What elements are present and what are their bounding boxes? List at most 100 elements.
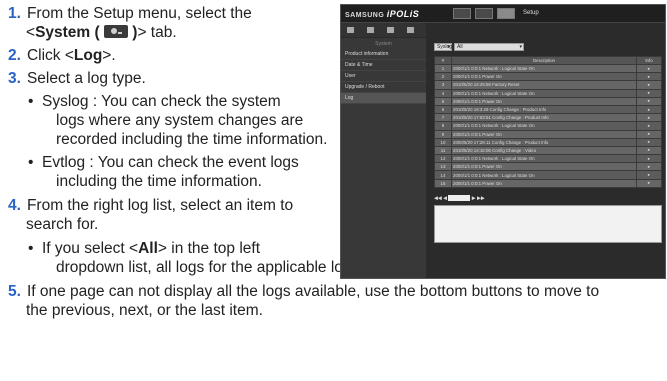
log-type-select[interactable]: Syslog ▾	[434, 43, 452, 51]
log-detail-box[interactable]	[434, 205, 662, 243]
row-description: 2000/1/1 0:0:1 Network : Logical State O…	[451, 121, 637, 131]
bullet-text: logs where any system changes are	[56, 112, 304, 129]
sidebar-item-upgrade[interactable]: Upgrade / Reboot	[341, 82, 426, 93]
row-description: 2000/1/1 0:0:1 Power On	[451, 162, 637, 172]
table-row[interactable]: 10 2000/5/20 17:29:11 Config Change : Pro…	[434, 137, 662, 147]
log-table: # Description Info 1 2000/1/1 0:0:1 Netwo…	[434, 56, 662, 188]
row-number: 8	[434, 121, 452, 131]
row-info: ▸	[636, 170, 662, 180]
step-4: 4. From the right log list, select an ite…	[8, 196, 293, 215]
table-row[interactable]: 12 2000/1/1 0:0:1 Network : Logical State…	[434, 154, 662, 164]
table-row[interactable]: 7 2010/5/20 17:53:51 Config Change : Prod…	[434, 113, 662, 123]
step-text: Select a log type.	[26, 70, 146, 87]
setup-label: Setup	[523, 10, 539, 16]
table-row[interactable]: 14 2000/1/1 0:0:1 Network : Logical State…	[434, 170, 662, 180]
video-icon[interactable]	[347, 27, 354, 33]
log-label: Log	[73, 47, 103, 64]
row-info: ▸	[636, 121, 662, 131]
bullet-all: • If you select <All> in the top left	[28, 239, 261, 258]
step-2: 2. Click <Log>.	[8, 46, 116, 65]
step-text: the previous, next, or the last item.	[26, 302, 263, 319]
sidebar-item-user[interactable]: User	[341, 71, 426, 82]
network-icon[interactable]	[367, 27, 374, 33]
bullet-dot: •	[28, 93, 34, 110]
log-filter-select[interactable]: All ▾	[454, 43, 524, 51]
row-number: 1	[434, 63, 452, 74]
table-row[interactable]: 1 2000/1/1 0:0:1 Network : Logical State …	[434, 63, 662, 74]
row-info: ▸	[636, 63, 662, 74]
next-page-button[interactable]: ▶	[472, 195, 476, 201]
top-bar: SAMSUNG iPOLiS Setup	[341, 5, 665, 23]
table-row[interactable]: 5 2000/1/1 0:0:1 Power On ▸	[434, 96, 662, 106]
row-number: 13	[434, 162, 452, 172]
table-row[interactable]: 9 2000/1/1 0:0:1 Power On ▸	[434, 129, 662, 139]
setup-icon[interactable]	[497, 8, 515, 19]
row-info: ▸	[636, 96, 662, 106]
row-info: ▸	[636, 129, 662, 139]
sidebar-item-log[interactable]: Log	[341, 93, 426, 104]
row-info: ▸	[636, 145, 662, 156]
row-number: 10	[434, 137, 452, 147]
row-description: 2000/1/1 0:0:1 Power On	[451, 96, 637, 106]
table-row[interactable]: 13 2000/1/1 0:0:1 Power On ▸	[434, 162, 662, 172]
table-row[interactable]: 8 2000/1/1 0:0:1 Network : Logical State …	[434, 121, 662, 131]
bullet-text: Syslog : You can check the system	[42, 93, 281, 110]
row-description: 2010/5/20 16:29:58 Factory Reset	[451, 80, 637, 90]
step-number: 1.	[8, 5, 21, 22]
column-header: Info	[636, 56, 662, 65]
monitor-icon[interactable]	[453, 8, 471, 19]
step-number: 5.	[8, 283, 21, 300]
sidebar-item-date-time[interactable]: Date & Time	[341, 60, 426, 71]
table-row[interactable]: 3 2010/5/20 16:29:58 Factory Reset ▸	[434, 80, 662, 90]
event-icon[interactable]	[387, 27, 394, 33]
row-info: ▸	[636, 104, 662, 115]
step-text: From the right log list, select an item …	[26, 197, 294, 214]
log-panel: Syslog ▾ All ▾ # Description Info 1 2000/1/…	[434, 38, 662, 276]
step-text: If one page can not display all the logs…	[26, 283, 600, 300]
search-icon[interactable]	[475, 8, 493, 19]
bullet-text: Evtlog : You can check the event logs	[42, 154, 299, 171]
bullet-text: including the time information.	[56, 173, 262, 190]
step-number: 4.	[8, 197, 21, 214]
table-row[interactable]: 4 2000/1/1 0:0:1 Network : Logical State …	[434, 88, 662, 98]
row-number: 6	[434, 104, 452, 115]
row-description: 2000/1/1 0:0:1 Network : Logical State O…	[451, 63, 637, 74]
row-info: ▸	[636, 154, 662, 164]
table-row[interactable]: 15 2000/1/1 0:0:1 Power On ▸	[434, 178, 662, 188]
row-description: 2010/5/20 18:3:29 Config Change : Produc…	[451, 104, 637, 115]
system-tab-label: System (	[35, 24, 104, 41]
brand-logo: SAMSUNG iPOLiS	[345, 9, 420, 19]
step-1-cont: <System ( )> tab.	[26, 23, 177, 42]
row-number: 11	[434, 145, 452, 156]
sidebar: System Product information Date & Time U…	[341, 38, 426, 278]
bullet-syslog: • Syslog : You can check the system	[28, 92, 281, 111]
sidebar-item-product-info[interactable]: Product information	[341, 49, 426, 60]
bullet-evtlog: • Evtlog : You can check the event logs	[28, 153, 299, 172]
prev-page-button[interactable]: ◀	[443, 195, 447, 201]
row-info: ▸	[636, 72, 662, 82]
table-row[interactable]: 6 2010/5/20 18:3:29 Config Change : Produ…	[434, 104, 662, 115]
row-description: 2010/5/20 14:16:05 Config Change : Video	[451, 145, 637, 156]
last-page-button[interactable]: ▶▶	[477, 195, 485, 201]
row-info: ▸	[636, 162, 662, 172]
row-info: ▸	[636, 178, 662, 188]
row-description: 2000/5/20 17:29:11 Config Change : Produ…	[451, 137, 637, 147]
table-row[interactable]: 11 2010/5/20 14:16:05 Config Change : Vid…	[434, 145, 662, 156]
row-description: 2000/1/1 0:0:1 Network : Logical State O…	[451, 88, 637, 98]
row-info: ▸	[636, 88, 662, 98]
setup-category-icons	[341, 23, 426, 37]
row-number: 7	[434, 113, 452, 123]
bullet-text: If you select <	[42, 240, 139, 257]
bullet-text: > in the top left	[157, 240, 261, 257]
step-text: search for.	[26, 216, 99, 233]
all-label: All	[138, 240, 158, 257]
row-info: ▸	[636, 137, 662, 147]
first-page-button[interactable]: ◀◀	[434, 195, 442, 201]
row-number: 5	[434, 96, 452, 106]
table-row[interactable]: 2 2000/1/1 0:0:1 Power On ▸	[434, 72, 662, 82]
sidebar-title: System	[375, 41, 392, 47]
step-text: <	[26, 24, 36, 41]
step-text: > tab.	[137, 24, 177, 41]
system-icon[interactable]	[407, 27, 414, 33]
system-tab-icon	[103, 25, 128, 38]
